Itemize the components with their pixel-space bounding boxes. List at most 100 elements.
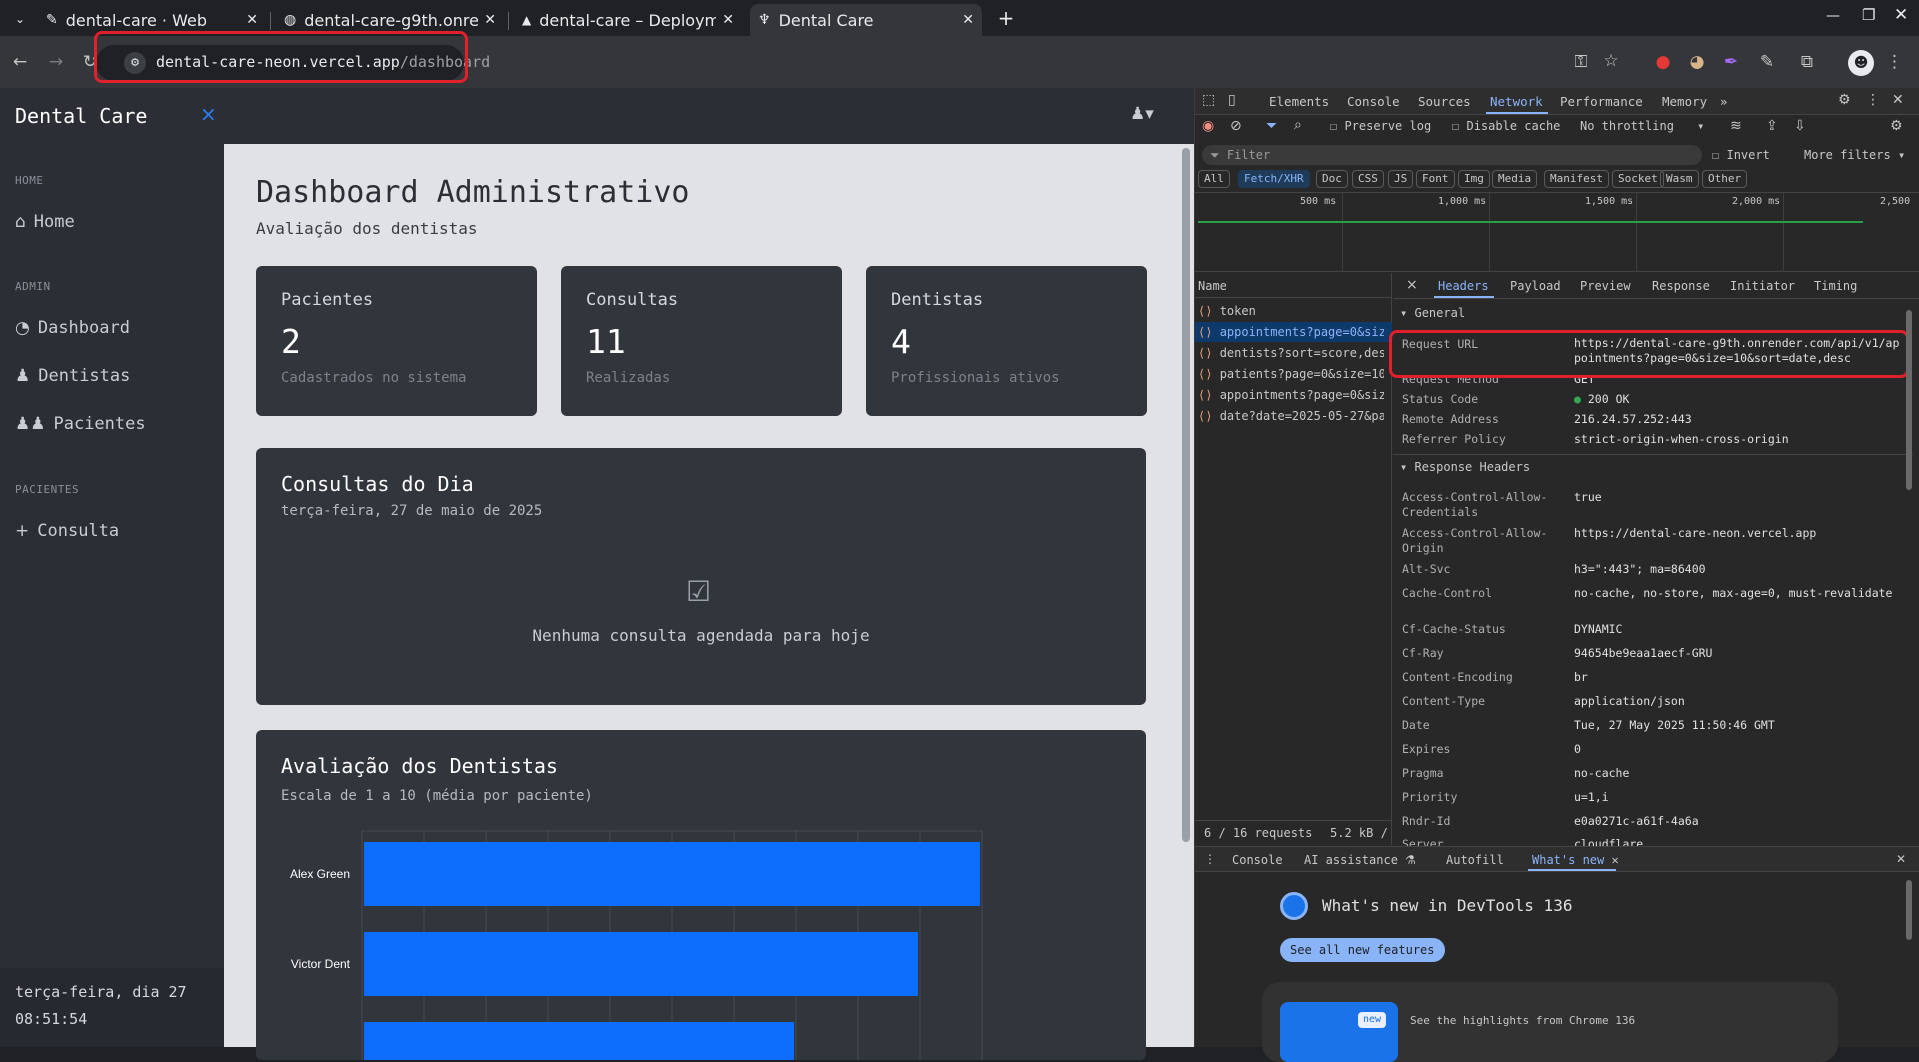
close-tab-icon[interactable]: ✕ bbox=[484, 12, 496, 28]
request-row[interactable]: ⟨⟩ appointments?page=0&size=10 bbox=[1198, 388, 1384, 402]
users-icon: ♟♟ bbox=[15, 414, 46, 434]
network-conditions-icon[interactable]: ≋ bbox=[1730, 118, 1742, 134]
request-row-selected[interactable]: ⟨⟩ appointments?page=0&size=10&sort=date… bbox=[1198, 325, 1384, 339]
extensions-puzzle-icon[interactable]: ⧉ bbox=[1796, 52, 1818, 72]
password-key-icon[interactable]: ⚿ bbox=[1570, 52, 1592, 72]
back-icon[interactable]: ← bbox=[8, 52, 32, 72]
type-filter-doc[interactable]: Doc bbox=[1316, 170, 1348, 188]
filter-funnel-icon[interactable]: ⏷ bbox=[1266, 118, 1277, 134]
devtools-tab-console[interactable]: Console bbox=[1347, 94, 1400, 109]
devtools-tab-sources[interactable]: Sources bbox=[1418, 94, 1471, 109]
sidebar-item-home[interactable]: ⌂ Home bbox=[15, 212, 75, 232]
restore-icon[interactable]: ❐ bbox=[1862, 6, 1875, 24]
request-row[interactable]: ⟨⟩ dentists?sort=score,desc bbox=[1198, 346, 1384, 360]
devtools-tab-memory[interactable]: Memory bbox=[1662, 94, 1707, 109]
close-window-icon[interactable]: ✕ bbox=[1894, 5, 1908, 25]
devtools-tab-elements[interactable]: Elements bbox=[1269, 94, 1329, 109]
user-menu-icon[interactable]: ♟▾ bbox=[1130, 104, 1154, 124]
more-filters-dropdown[interactable]: More filters ▾ bbox=[1804, 148, 1905, 162]
close-tab-icon[interactable]: ✕ bbox=[962, 12, 974, 28]
browser-tab[interactable]: ▲ dental-care – Deployment ✕ bbox=[514, 4, 742, 36]
close-tab-icon[interactable]: ✕ bbox=[1611, 853, 1618, 867]
type-filter-wasm[interactable]: Wasm bbox=[1660, 170, 1699, 188]
request-row[interactable]: ⟨⟩ date?date=2025-05-27&page=0 bbox=[1198, 409, 1384, 423]
close-tab-icon[interactable]: ✕ bbox=[722, 12, 734, 28]
sidebar-item-consulta[interactable]: + Consulta bbox=[15, 521, 119, 541]
minimize-icon[interactable]: — bbox=[1826, 8, 1840, 24]
request-row[interactable]: ⟨⟩ patients?page=0&size=10 bbox=[1198, 367, 1384, 381]
type-filter-font[interactable]: Font bbox=[1416, 170, 1455, 188]
detail-tab-headers[interactable]: Headers bbox=[1438, 279, 1489, 293]
type-filter-socket[interactable]: Socket bbox=[1612, 170, 1664, 188]
type-filter-manifest[interactable]: Manifest bbox=[1544, 170, 1609, 188]
close-drawer-icon[interactable]: ✕ bbox=[1896, 852, 1906, 866]
record-stop-icon[interactable]: ◉ bbox=[1202, 118, 1214, 134]
detail-tab-initiator[interactable]: Initiator bbox=[1730, 279, 1795, 293]
chart-bar[interactable] bbox=[364, 1022, 794, 1060]
extension-owl-icon[interactable]: ◕ bbox=[1686, 52, 1708, 72]
chart-bar[interactable] bbox=[364, 932, 918, 996]
header-key: Referrer Policy bbox=[1402, 432, 1506, 446]
filter-input[interactable] bbox=[1202, 145, 1702, 165]
preserve-log-checkbox[interactable]: ☐ Preserve log bbox=[1330, 119, 1431, 133]
type-filter-media[interactable]: Media bbox=[1492, 170, 1538, 188]
drawer-tab-ai-assistance[interactable]: AI assistance ⚗ bbox=[1304, 853, 1416, 867]
inspect-element-icon[interactable]: ⬚ bbox=[1202, 92, 1215, 108]
detail-scrollbar-thumb[interactable] bbox=[1906, 310, 1912, 490]
browser-menu-icon[interactable]: ⋮ bbox=[1886, 52, 1903, 72]
detail-tab-timing[interactable]: Timing bbox=[1814, 279, 1857, 293]
drawer-scrollbar-thumb[interactable] bbox=[1906, 880, 1912, 940]
throttling-select[interactable]: No throttling ▾ bbox=[1580, 119, 1704, 133]
detail-close-icon[interactable]: × bbox=[1406, 277, 1418, 293]
search-icon[interactable]: ⌕ bbox=[1294, 117, 1302, 133]
chart-bar[interactable] bbox=[364, 842, 980, 906]
close-tab-icon[interactable]: ✕ bbox=[246, 12, 258, 28]
general-section-header[interactable]: ▾ General bbox=[1400, 306, 1465, 320]
response-headers-section-header[interactable]: ▾ Response Headers bbox=[1400, 460, 1530, 474]
sidebar-item-dentistas[interactable]: ♟ Dentistas bbox=[15, 366, 130, 386]
new-tab-button[interactable]: + bbox=[992, 6, 1020, 30]
tab-search-button[interactable]: ⌄ bbox=[8, 8, 32, 30]
type-filter-fetch-xhr[interactable]: Fetch/XHR bbox=[1238, 170, 1310, 188]
browser-tab-active[interactable]: ♆ Dental Care ✕ bbox=[750, 4, 982, 36]
disable-cache-checkbox[interactable]: ☐ Disable cache bbox=[1452, 119, 1560, 133]
more-tabs-icon[interactable]: » bbox=[1720, 94, 1728, 109]
drawer-tab-autofill[interactable]: Autofill bbox=[1446, 853, 1504, 867]
eyedropper-icon[interactable]: ✎ bbox=[1756, 52, 1778, 72]
see-all-features-button[interactable]: See all new features bbox=[1280, 938, 1445, 962]
type-filter-css[interactable]: CSS bbox=[1352, 170, 1384, 188]
clear-icon[interactable]: ⊘ bbox=[1230, 118, 1242, 134]
close-devtools-icon[interactable]: ✕ bbox=[1892, 92, 1904, 108]
type-filter-js[interactable]: JS bbox=[1388, 170, 1414, 188]
profile-avatar[interactable]: ☻ bbox=[1848, 50, 1874, 76]
export-har-icon[interactable]: ⇩ bbox=[1794, 118, 1806, 134]
type-filter-other[interactable]: Other bbox=[1702, 170, 1748, 188]
import-har-icon[interactable]: ⇪ bbox=[1766, 118, 1778, 134]
settings-gear-icon[interactable]: ⚙ bbox=[1838, 92, 1851, 108]
type-filter-img[interactable]: Img bbox=[1458, 170, 1490, 188]
forward-icon[interactable]: → bbox=[44, 52, 68, 72]
sidebar-item-dashboard[interactable]: ◔ Dashboard bbox=[15, 318, 130, 338]
bookmark-star-icon[interactable]: ☆ bbox=[1600, 51, 1622, 71]
devtools-tab-network[interactable]: Network bbox=[1490, 94, 1543, 109]
drawer-tab-console[interactable]: Console bbox=[1232, 853, 1283, 867]
extension-feather-icon[interactable]: ✒ bbox=[1720, 52, 1742, 72]
devtools-tab-performance[interactable]: Performance bbox=[1560, 94, 1643, 109]
extension-red-icon[interactable]: ● bbox=[1652, 52, 1674, 72]
header-key: Cache-Control bbox=[1402, 586, 1493, 600]
type-filter-all[interactable]: All bbox=[1198, 170, 1230, 188]
drawer-menu-icon[interactable]: ⋮ bbox=[1204, 852, 1216, 866]
network-settings-icon[interactable]: ⚙ bbox=[1890, 118, 1903, 134]
drawer-tab-whats-new[interactable]: What's new ✕ bbox=[1532, 853, 1619, 867]
brand-title[interactable]: Dental Care bbox=[15, 104, 147, 128]
detail-tab-payload[interactable]: Payload bbox=[1510, 279, 1561, 293]
request-row[interactable]: ⟨⟩ token bbox=[1198, 304, 1384, 318]
devtools-menu-icon[interactable]: ⋮ bbox=[1866, 92, 1880, 108]
page-scrollbar-thumb[interactable] bbox=[1182, 148, 1190, 842]
detail-tab-response[interactable]: Response bbox=[1652, 279, 1710, 293]
sidebar-close-icon[interactable]: × bbox=[200, 102, 217, 126]
device-toggle-icon[interactable]: ▯ bbox=[1228, 92, 1236, 108]
sidebar-item-pacientes[interactable]: ♟♟ Pacientes bbox=[15, 414, 146, 434]
invert-checkbox[interactable]: ☐ Invert bbox=[1712, 148, 1770, 162]
detail-tab-preview[interactable]: Preview bbox=[1580, 279, 1631, 293]
